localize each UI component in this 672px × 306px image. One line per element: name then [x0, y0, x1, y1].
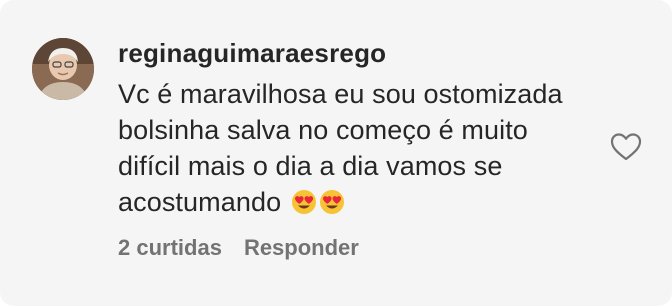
- username[interactable]: reginaguimaraesrego: [118, 37, 386, 69]
- comment-line: bolsinha salva no começo é muito: [118, 115, 528, 145]
- comment-line: Vc é maravilhosa eu sou ostomizada: [118, 79, 563, 109]
- likes-count-button[interactable]: 2 curtidas: [118, 235, 222, 260]
- comment-text: Vc é maravilhosa eu sou ostomizada bolsi…: [118, 76, 588, 220]
- comment-card: reginaguimaraesrego Vc é maravilhosa eu …: [0, 0, 672, 306]
- avatar[interactable]: [32, 38, 94, 100]
- avatar-photo: [32, 38, 94, 100]
- comment-actions: 2 curtidas Responder: [118, 234, 359, 262]
- comment-line-last: acostumando: [118, 184, 588, 220]
- like-button[interactable]: [610, 132, 642, 162]
- reply-button[interactable]: Responder: [244, 235, 359, 260]
- heart-eyes-emoji-icon: [319, 189, 345, 215]
- comment-line-text: acostumando: [118, 187, 282, 217]
- comment-line: difícil mais o dia a dia vamos se: [118, 151, 503, 181]
- heart-eyes-emoji-icon: [291, 189, 317, 215]
- heart-outline-icon: [610, 133, 642, 161]
